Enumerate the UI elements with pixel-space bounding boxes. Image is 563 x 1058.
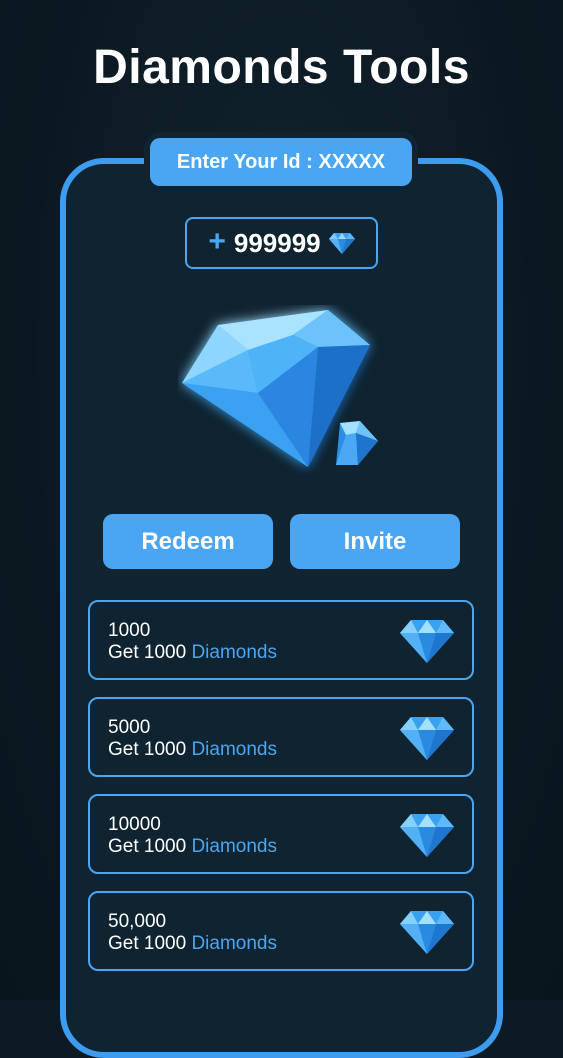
offer-desc-prefix: Get 1000	[108, 836, 187, 857]
offer-desc-prefix: Get 1000	[108, 933, 187, 954]
diamond-icon	[400, 620, 454, 663]
diamond-icon	[400, 814, 454, 857]
offer-amount: 1000	[108, 620, 151, 641]
offer-item[interactable]: 1000 Get 1000 Diamonds	[88, 600, 474, 680]
user-id-field[interactable]: Enter Your Id : XXXXX	[150, 138, 412, 186]
offer-item[interactable]: 10000 Get 1000 Diamonds	[88, 794, 474, 874]
offer-item[interactable]: 50,000 Get 1000 Diamonds	[88, 891, 474, 971]
invite-button[interactable]: Invite	[290, 514, 460, 569]
offer-description: Get 1000 Diamonds	[108, 642, 277, 664]
offer-desc-accent: Diamonds	[191, 933, 277, 954]
diamond-icon	[400, 717, 454, 760]
diamond-icon	[328, 233, 355, 254]
offer-description: Get 1000 Diamonds	[108, 836, 277, 858]
offer-amount: 50,000	[108, 911, 167, 932]
offer-description: Get 1000 Diamonds	[108, 933, 277, 955]
hero-diamond-icon	[182, 310, 378, 467]
redeem-button[interactable]: Redeem	[103, 514, 273, 569]
balance-value: 999999	[233, 227, 321, 258]
offer-amount: 5000	[108, 717, 151, 738]
balance-display: + 999999	[185, 217, 378, 269]
diamond-icon	[400, 911, 454, 954]
plus-icon[interactable]: +	[208, 227, 226, 257]
offer-desc-accent: Diamonds	[191, 836, 277, 857]
offer-amount: 10000	[108, 814, 161, 835]
offer-desc-accent: Diamonds	[191, 739, 277, 760]
page-title: Diamonds Tools	[93, 41, 470, 94]
offer-desc-accent: Diamonds	[191, 642, 277, 663]
offer-description: Get 1000 Diamonds	[108, 739, 277, 761]
offer-desc-prefix: Get 1000	[108, 739, 187, 760]
offer-desc-prefix: Get 1000	[108, 642, 187, 663]
offer-item[interactable]: 5000 Get 1000 Diamonds	[88, 697, 474, 777]
